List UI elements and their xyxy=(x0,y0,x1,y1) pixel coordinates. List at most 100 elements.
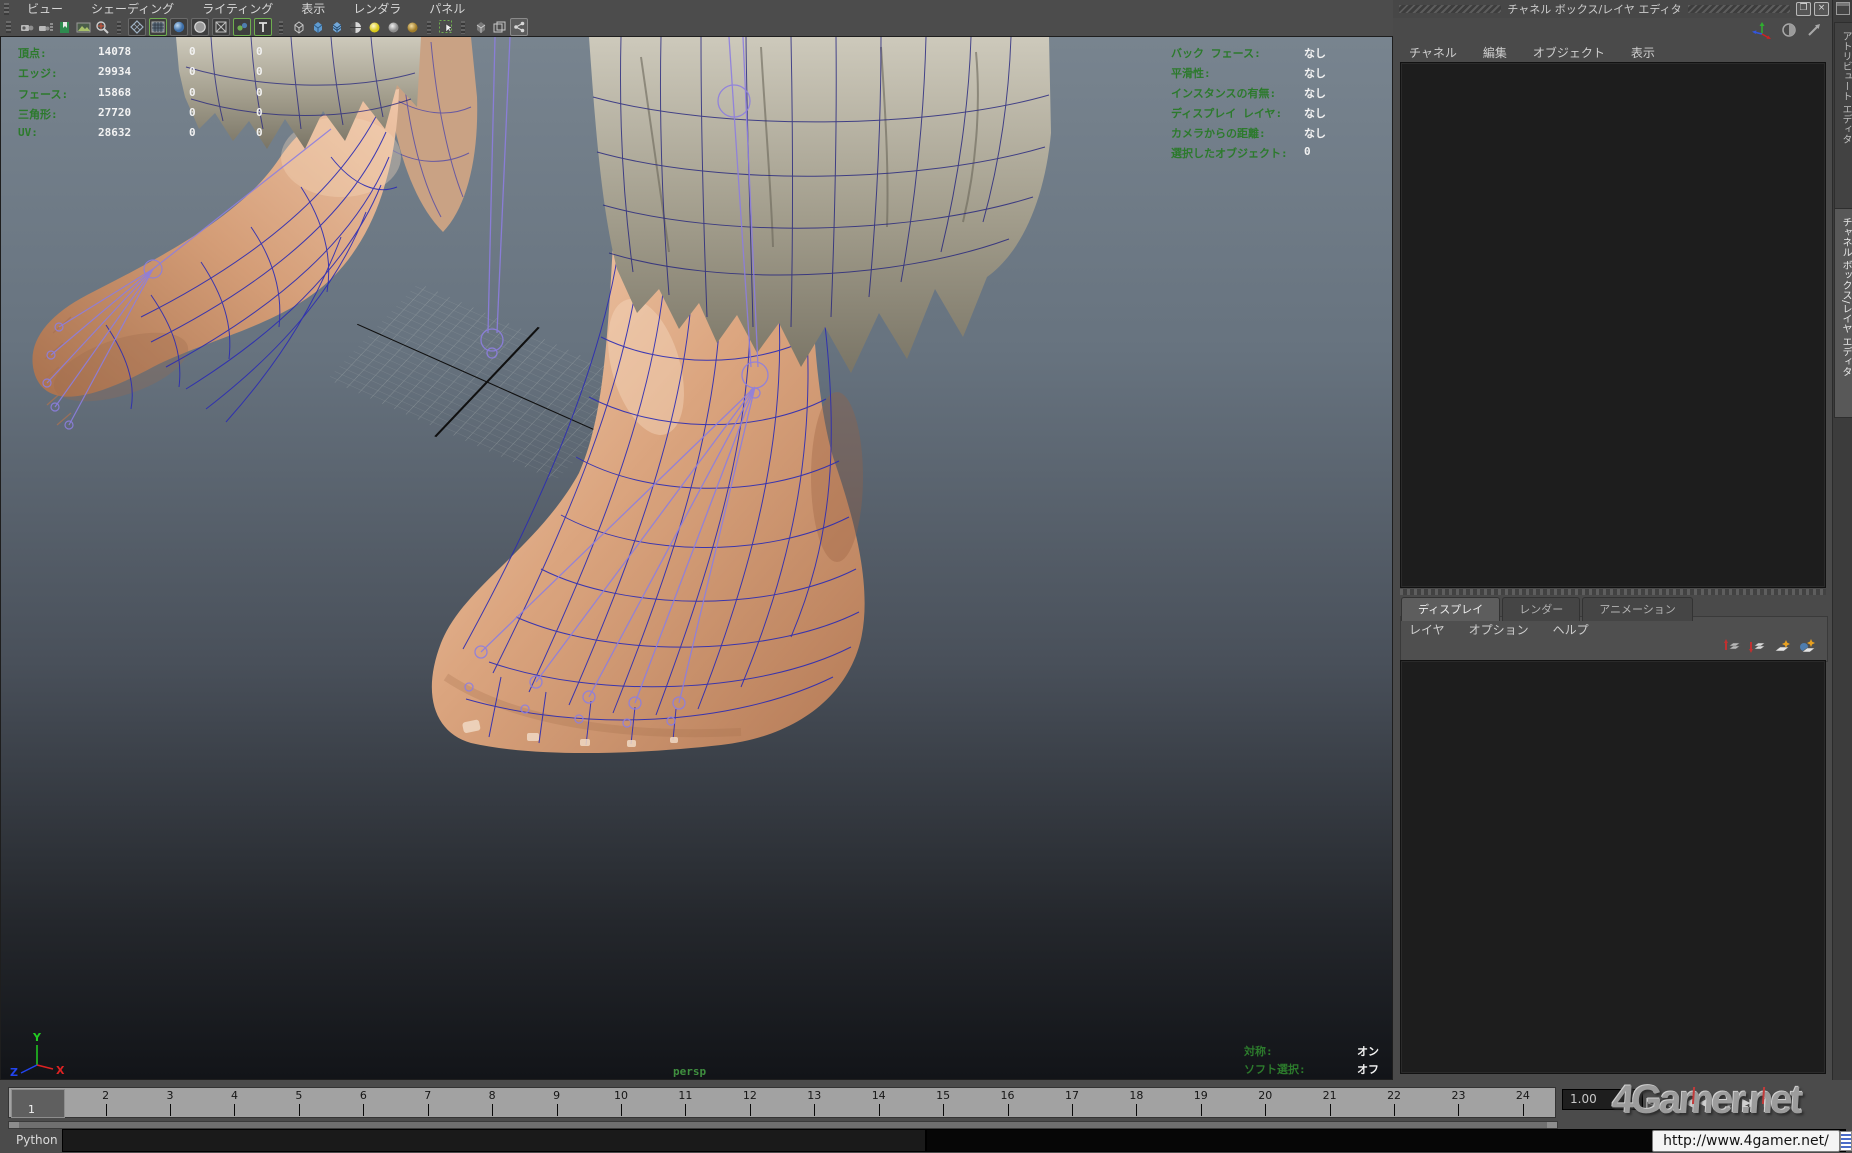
timeline-frame-cell[interactable]: 15 xyxy=(911,1088,975,1117)
workspace-panel-icon[interactable] xyxy=(1836,2,1850,15)
timeline-frame-cell[interactable]: 14 xyxy=(846,1088,910,1117)
time-slider[interactable]: 1 2 3 4 5 6 7 8 9 10 11 12 13 14 15 16 1… xyxy=(8,1087,1556,1118)
frame-label: 16 xyxy=(975,1089,1039,1102)
bookmark-icon[interactable] xyxy=(56,19,72,35)
flat-shade-display-icon[interactable] xyxy=(191,18,209,36)
manipulator-axis-icon[interactable] xyxy=(1752,21,1772,43)
toolbar-separator xyxy=(427,21,431,34)
textured-cube-icon[interactable] xyxy=(328,19,344,35)
menu-help[interactable]: ヘルプ xyxy=(1553,621,1589,638)
timeline-frame-cell[interactable]: 5 xyxy=(267,1088,331,1117)
panel-close-button[interactable]: × xyxy=(1814,2,1829,16)
tab-render[interactable]: レンダー xyxy=(1502,597,1580,621)
camera-attributes-icon[interactable] xyxy=(37,19,53,35)
timeline-frame-cell[interactable]: 10 xyxy=(589,1088,653,1117)
viewport-annotations-icon[interactable] xyxy=(254,18,272,36)
menu-options[interactable]: オプション xyxy=(1469,621,1529,638)
tab-animation[interactable]: アニメーション xyxy=(1582,597,1693,621)
select-camera-icon[interactable] xyxy=(18,19,34,35)
menu-channels[interactable]: チャネル xyxy=(1409,44,1457,61)
timeline-frame-cell[interactable]: 24 xyxy=(1491,1088,1555,1117)
hud-label: 三角形: xyxy=(18,108,58,121)
xray-joints-icon[interactable] xyxy=(491,19,507,35)
bounding-box-display-icon[interactable] xyxy=(212,18,230,36)
wireframe-display-icon[interactable] xyxy=(128,18,146,36)
timeline-frame-cell[interactable]: 20 xyxy=(1233,1088,1297,1117)
timeline-frame-cell[interactable]: 23 xyxy=(1426,1088,1490,1117)
2d-pan-zoom-icon[interactable] xyxy=(94,19,110,35)
menu-renderer[interactable]: レンダラ xyxy=(339,0,415,18)
menu-show[interactable]: 表示 xyxy=(287,0,339,18)
use-default-material-icon[interactable] xyxy=(233,18,251,36)
range-end-handle[interactable] xyxy=(1547,1122,1557,1128)
timeline-frame-cell[interactable]: 18 xyxy=(1104,1088,1168,1117)
menu-panels[interactable]: パネル xyxy=(415,0,479,18)
timeline-frame-cell[interactable]: 19 xyxy=(1169,1088,1233,1117)
xray-display-icon[interactable] xyxy=(472,19,488,35)
timeline-frame-cell[interactable]: 21 xyxy=(1297,1088,1361,1117)
shaded-cube-icon[interactable] xyxy=(309,19,325,35)
command-line-input[interactable] xyxy=(62,1129,926,1152)
no-lights-icon[interactable] xyxy=(366,19,382,35)
menu-shading[interactable]: シェーディング xyxy=(77,0,188,18)
create-layer-from-selected-icon[interactable] xyxy=(1798,638,1816,658)
timeline-frame-cell[interactable]: 3 xyxy=(138,1088,202,1117)
plugin-display-icon[interactable] xyxy=(510,18,528,36)
move-layer-down-icon[interactable] xyxy=(1748,638,1766,658)
panel-float-button[interactable]: ❐ xyxy=(1796,2,1811,16)
image-plane-icon[interactable] xyxy=(75,19,91,35)
hud-value: 0 xyxy=(256,65,263,78)
menu-lighting[interactable]: ライティング xyxy=(188,0,287,18)
toolbar-grip[interactable] xyxy=(6,21,11,33)
menu-show[interactable]: 表示 xyxy=(1631,44,1655,61)
shaded-display-icon[interactable] xyxy=(170,18,188,36)
channel-box-list[interactable] xyxy=(1400,62,1826,588)
tab-display[interactable]: ディスプレイ xyxy=(1401,597,1500,621)
default-lighting-icon[interactable] xyxy=(385,19,401,35)
timeline-frame-cell[interactable]: 8 xyxy=(460,1088,524,1117)
timeline-frame-cell[interactable]: 16 xyxy=(975,1088,1039,1117)
checker-material-icon[interactable] xyxy=(347,19,363,35)
frame-label: 10 xyxy=(589,1089,653,1102)
current-frame-marker[interactable]: 1 xyxy=(11,1089,65,1118)
timeline-frame-cell[interactable]: 11 xyxy=(653,1088,717,1117)
isolate-select-icon[interactable] xyxy=(438,19,454,35)
side-tab-attribute-editor[interactable]: アトリビュート エディタ xyxy=(1834,22,1852,210)
timeline-frame-cell[interactable]: 4 xyxy=(202,1088,266,1117)
wireframe-cube-icon[interactable] xyxy=(290,19,306,35)
title-grip-left[interactable] xyxy=(1399,5,1501,13)
layer-editor-tabs: ディスプレイ レンダー アニメーション xyxy=(1401,597,1693,621)
menu-layers[interactable]: レイヤ xyxy=(1409,621,1445,638)
command-line-language-label[interactable]: Python xyxy=(16,1133,58,1147)
hud-value: 0 xyxy=(256,106,263,119)
timeline-frame-cell[interactable]: 2 xyxy=(73,1088,137,1117)
range-start-handle[interactable] xyxy=(9,1122,19,1128)
frame-label: 15 xyxy=(911,1089,975,1102)
perspective-viewport[interactable]: 頂点: 14078 0 0 エッジ: 29934 0 0 フェース: 15868… xyxy=(0,36,1393,1080)
timeline-frame-cell[interactable]: 13 xyxy=(782,1088,846,1117)
menu-view[interactable]: ビュー xyxy=(13,0,77,18)
smooth-shade-all-icon[interactable] xyxy=(149,18,167,36)
move-layer-up-icon[interactable] xyxy=(1723,638,1741,658)
timeline-frame-cell[interactable]: 22 xyxy=(1362,1088,1426,1117)
hud-value: 0 xyxy=(1304,145,1311,158)
create-empty-layer-icon[interactable] xyxy=(1773,638,1791,658)
menubar-grip[interactable] xyxy=(4,3,9,15)
all-lights-icon[interactable] xyxy=(404,19,420,35)
panel-splitter[interactable] xyxy=(1400,589,1826,595)
menu-object[interactable]: オブジェクト xyxy=(1533,44,1605,61)
timeline-frame-cell[interactable]: 7 xyxy=(396,1088,460,1117)
timeline-frame-cell[interactable]: 9 xyxy=(524,1088,588,1117)
frame-label: 22 xyxy=(1362,1089,1426,1102)
menu-edit[interactable]: 編集 xyxy=(1483,44,1507,61)
symmetry-status-value: オン xyxy=(1357,1043,1379,1059)
layer-list[interactable] xyxy=(1400,660,1826,1074)
timeline-frame-cell[interactable]: 17 xyxy=(1040,1088,1104,1117)
timeline-frame-cell[interactable]: 12 xyxy=(718,1088,782,1117)
range-slider[interactable] xyxy=(8,1121,1558,1129)
hyperbolic-slider-icon[interactable] xyxy=(1806,22,1822,42)
title-grip-right[interactable] xyxy=(1688,5,1790,13)
side-tab-channel-box[interactable]: チャネル ボックス/レイヤ エディタ xyxy=(1834,208,1852,418)
timeline-frame-cell[interactable]: 6 xyxy=(331,1088,395,1117)
slider-speed-icon[interactable] xyxy=(1781,22,1797,42)
